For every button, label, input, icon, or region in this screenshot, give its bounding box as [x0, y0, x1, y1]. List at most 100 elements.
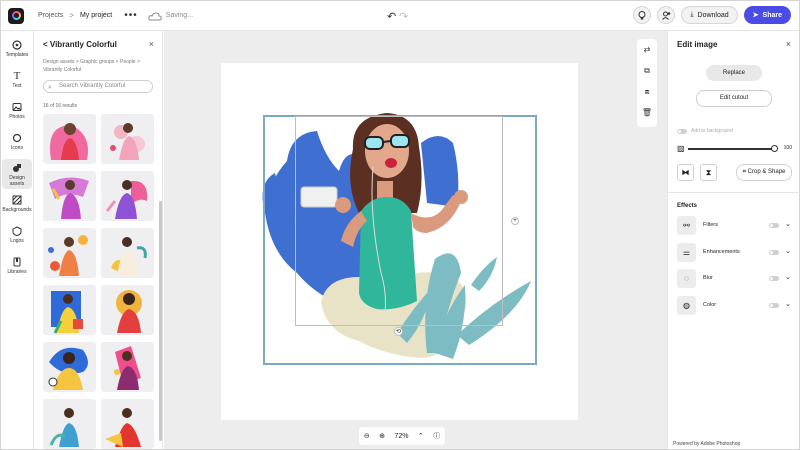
- asset-thumbnail[interactable]: [101, 114, 154, 164]
- zoom-in-icon[interactable]: ⊕: [379, 432, 385, 440]
- redo-icon[interactable]: ↷: [399, 10, 408, 23]
- asset-thumbnail[interactable]: [101, 285, 154, 335]
- app-logo-icon[interactable]: [8, 7, 24, 24]
- panel-close-icon[interactable]: ×: [149, 39, 154, 49]
- swap-icon[interactable]: ⇄: [637, 39, 657, 60]
- rail-item-design-assets[interactable]: Design assets: [2, 159, 32, 189]
- rail-item-templates[interactable]: Templates: [2, 36, 32, 66]
- rail-item-logos[interactable]: Logos: [2, 222, 32, 252]
- rail-label: Logos: [10, 238, 24, 244]
- assets-breadcrumb[interactable]: Design assets > Graphic groups > People …: [43, 58, 158, 74]
- asset-thumbnail[interactable]: [101, 342, 154, 392]
- cloud-sync-icon: [148, 11, 162, 20]
- top-bar: Projects > My project ••• Saving... ↶ ↷ …: [1, 1, 799, 31]
- undo-icon[interactable]: ↶: [387, 10, 396, 23]
- download-button[interactable]: ⤓ Download: [681, 6, 738, 24]
- flip-vertical-icon[interactable]: ⧗: [700, 164, 717, 181]
- breadcrumb-projects[interactable]: Projects: [38, 12, 63, 19]
- asset-thumbnail[interactable]: [43, 399, 96, 449]
- effect-row-color[interactable]: ◍ Color ⌄: [677, 296, 795, 316]
- arrange-icon[interactable]: ⧈: [637, 81, 657, 102]
- rail-label: Text: [12, 83, 22, 89]
- rail-label: Libraries: [7, 269, 27, 275]
- toggle-switch[interactable]: [677, 128, 687, 134]
- add-to-background-toggle[interactable]: Add to background: [677, 128, 733, 134]
- collaborators-icon[interactable]: [657, 6, 676, 24]
- canvas-area: ⟲ + ⇄ ⧉ ⧈ 🗑 ⊖ ⊕ 72% ⌃ ⓘ: [164, 31, 667, 449]
- zoom-level[interactable]: 72%: [394, 433, 408, 440]
- canvas-side-toolbar: ⇄ ⧉ ⧈ 🗑: [637, 39, 657, 127]
- effect-row-filters[interactable]: ⚯ Filters ⌄: [677, 216, 795, 236]
- rail-item-photos[interactable]: Photos: [2, 98, 32, 128]
- rail-item-libraries[interactable]: Libraries: [2, 253, 32, 283]
- text-icon: T: [13, 70, 21, 82]
- blur-toggle[interactable]: [769, 276, 779, 281]
- info-icon[interactable]: ⓘ: [433, 431, 440, 441]
- enhancements-toggle[interactable]: [769, 250, 779, 255]
- chevron-down-icon[interactable]: ⌄: [785, 247, 791, 255]
- logos-icon: [12, 226, 22, 237]
- rail-item-icons[interactable]: Icons: [2, 129, 32, 159]
- rail-label: Templates: [5, 52, 29, 58]
- share-icon: ➤: [752, 12, 759, 19]
- effect-row-enhancements[interactable]: ⚌ Enhancements ⌄: [677, 243, 795, 263]
- powered-by-label: Powered by Adobe Photoshop: [673, 441, 741, 447]
- flip-horizontal-icon[interactable]: ⧓: [677, 164, 694, 181]
- libraries-icon: [12, 257, 22, 267]
- effect-label: Blur: [703, 275, 713, 281]
- add-handle-icon[interactable]: +: [511, 217, 519, 225]
- opacity-value[interactable]: 100: [784, 145, 792, 151]
- search-icon: ⌕: [48, 84, 52, 91]
- zoom-controls: ⊖ ⊕ 72% ⌃ ⓘ: [359, 427, 445, 445]
- rotate-handle-icon[interactable]: ⟲: [394, 327, 403, 336]
- rail-item-backgrounds[interactable]: Backgrounds: [2, 191, 32, 221]
- edit-cutout-button[interactable]: Edit cutout: [696, 90, 772, 107]
- opacity-slider-handle[interactable]: [771, 145, 778, 152]
- enhancements-icon: ⚌: [677, 243, 696, 262]
- zoom-expand-chevron-icon[interactable]: ⌃: [418, 432, 424, 440]
- chevron-down-icon[interactable]: ⌄: [785, 300, 791, 308]
- rail-label: Design assets: [9, 175, 25, 187]
- asset-thumbnail[interactable]: [43, 171, 96, 221]
- color-toggle[interactable]: [769, 303, 779, 308]
- share-button[interactable]: ➤ Share: [743, 6, 791, 24]
- effect-row-blur[interactable]: ◌ Blur ⌄: [677, 269, 795, 289]
- search-input[interactable]: ⌕ Search Vibrantly Colorful: [43, 80, 153, 93]
- search-placeholder: Search Vibrantly Colorful: [59, 83, 126, 89]
- effects-heading: Effects: [677, 203, 698, 209]
- results-count: 16 of 16 results: [43, 103, 78, 109]
- panel-title: Edit image: [677, 40, 718, 49]
- rail-item-text[interactable]: T Text: [2, 67, 32, 97]
- asset-thumbnail[interactable]: [101, 228, 154, 278]
- zoom-out-icon[interactable]: ⊖: [364, 432, 370, 440]
- filters-toggle[interactable]: [769, 223, 779, 228]
- download-label: Download: [697, 11, 729, 19]
- project-name[interactable]: My project: [80, 12, 112, 19]
- close-icon[interactable]: ×: [786, 39, 791, 49]
- rail-label: Backgrounds: [2, 207, 32, 213]
- selection-box[interactable]: [295, 116, 503, 326]
- assets-scrollbar[interactable]: [159, 201, 162, 441]
- artboard[interactable]: ⟲ +: [221, 63, 578, 420]
- more-options-icon[interactable]: •••: [124, 10, 138, 21]
- asset-thumbnail[interactable]: [43, 114, 96, 164]
- opacity-slider-row: ▨ 100: [677, 144, 793, 154]
- breadcrumb-separator: >: [69, 11, 74, 20]
- effect-label: Filters: [703, 222, 718, 228]
- asset-thumbnail[interactable]: [101, 399, 154, 449]
- panel-back-title[interactable]: < Vibrantly Colorful: [43, 40, 117, 49]
- asset-thumbnail[interactable]: [43, 285, 96, 335]
- asset-thumbnail[interactable]: [43, 342, 96, 392]
- chevron-down-icon[interactable]: ⌄: [785, 220, 791, 228]
- opacity-slider-track[interactable]: [688, 148, 772, 150]
- crop-shape-button[interactable]: ⌗ Crop & Shape: [736, 164, 792, 181]
- add-to-background-label: Add to background: [691, 128, 733, 134]
- replace-button[interactable]: Replace: [706, 65, 762, 81]
- asset-thumbnail[interactable]: [43, 228, 96, 278]
- save-status: Saving...: [165, 12, 194, 19]
- duplicate-icon[interactable]: ⧉: [637, 60, 657, 81]
- asset-thumbnail[interactable]: [101, 171, 154, 221]
- tips-lightbulb-icon[interactable]: [633, 6, 652, 24]
- chevron-down-icon[interactable]: ⌄: [785, 273, 791, 281]
- delete-icon[interactable]: 🗑: [637, 102, 657, 123]
